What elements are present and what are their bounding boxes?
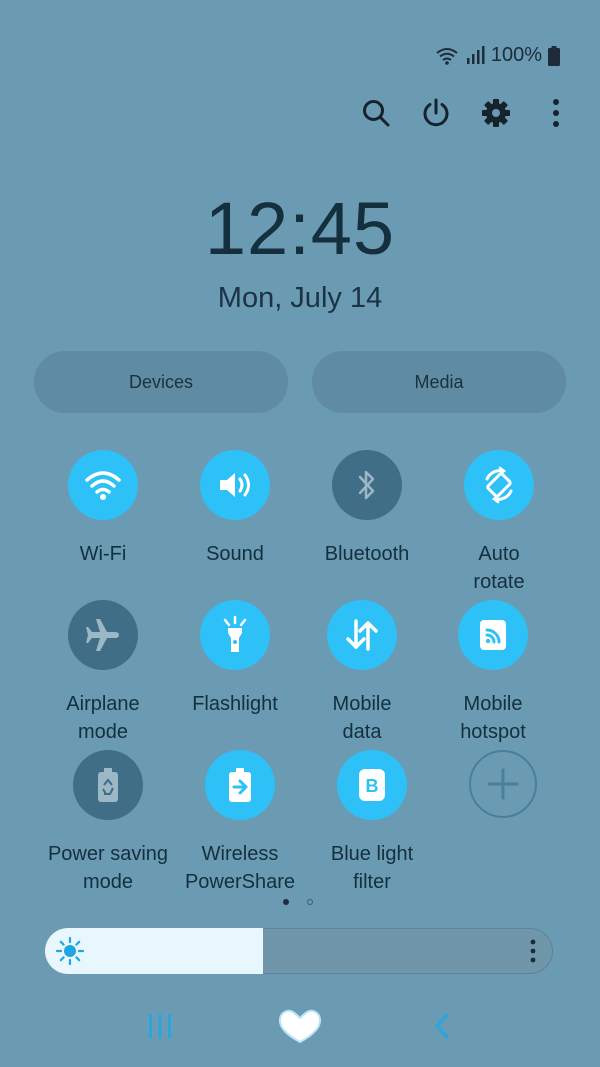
recents-icon <box>149 1014 171 1038</box>
tile-label: Mobile data <box>332 693 392 743</box>
wifi-icon <box>85 471 121 500</box>
tile-sound: Sound <box>165 450 305 568</box>
airplane-icon <box>86 619 119 651</box>
page-dot-inactive <box>307 899 313 905</box>
wireless-powershare-icon <box>229 768 251 802</box>
signal-icon <box>465 45 485 66</box>
speaker-icon <box>220 473 250 497</box>
gear-icon <box>482 99 510 127</box>
flashlight-icon <box>223 615 247 652</box>
wifi-toggle[interactable] <box>68 450 138 520</box>
brightness-sun-icon <box>55 936 85 966</box>
hotspot-icon <box>480 620 506 650</box>
tile-label: Sound <box>206 543 264 565</box>
rotate-icon <box>485 466 513 504</box>
svg-text:B: B <box>366 776 379 796</box>
tile-auto-rotate: Auto rotate <box>429 450 569 596</box>
bluetooth-icon <box>358 470 375 500</box>
back-button[interactable] <box>424 1000 460 1052</box>
battery-percentage: 100% <box>490 44 542 66</box>
tile-label: Power saving mode <box>47 843 169 893</box>
power-saving-icon <box>98 768 118 802</box>
search-icon <box>363 100 390 127</box>
add-tile-button[interactable] <box>469 750 537 818</box>
power-button[interactable] <box>420 92 452 134</box>
tile-label: Auto rotate <box>473 543 525 593</box>
battery-icon <box>548 45 560 66</box>
more-vertical-icon <box>553 99 559 127</box>
power-saving-toggle[interactable] <box>73 750 143 820</box>
wireless-powershare-toggle[interactable] <box>205 750 275 820</box>
page-indicator <box>283 899 313 905</box>
blue-light-filter-toggle[interactable]: B <box>337 750 407 820</box>
tile-flashlight: Flashlight <box>165 600 305 718</box>
back-icon <box>435 1013 449 1039</box>
brightness-slider[interactable] <box>45 928 553 974</box>
bluetooth-toggle[interactable] <box>332 450 402 520</box>
tile-wifi: Wi-Fi <box>33 450 173 568</box>
settings-button[interactable] <box>480 92 512 134</box>
plus-icon <box>487 768 519 800</box>
tile-mobile-hotspot: Mobile hotspot <box>423 600 563 746</box>
brightness-more-button[interactable] <box>523 936 543 966</box>
search-button[interactable] <box>360 92 392 134</box>
top-actions <box>360 92 572 134</box>
mobile-data-toggle[interactable] <box>327 600 397 670</box>
mobile-hotspot-toggle[interactable] <box>458 600 528 670</box>
flashlight-toggle[interactable] <box>200 600 270 670</box>
devices-button[interactable]: Devices <box>34 351 288 413</box>
more-vertical-icon <box>530 939 536 963</box>
recents-button[interactable] <box>140 1000 180 1052</box>
tile-label: Airplane mode <box>66 693 140 743</box>
power-icon <box>423 98 449 127</box>
page-dot-active <box>283 899 289 905</box>
auto-rotate-toggle[interactable] <box>464 450 534 520</box>
blue-light-filter-icon: B <box>359 769 385 801</box>
mobile-data-icon <box>346 619 378 651</box>
home-button[interactable] <box>272 1000 328 1052</box>
clock-time: 12:45 <box>204 187 396 270</box>
airplane-mode-toggle[interactable] <box>68 600 138 670</box>
sound-toggle[interactable] <box>200 450 270 520</box>
tile-bluetooth: Bluetooth <box>297 450 437 568</box>
tile-label: Blue light filter <box>330 843 414 893</box>
home-icon <box>278 1009 322 1044</box>
tile-blue-light-filter: B Blue light filter <box>302 750 442 896</box>
more-options-button[interactable] <box>540 92 572 134</box>
tile-add <box>433 750 573 818</box>
tile-power-saving: Power saving mode <box>38 750 178 896</box>
tile-label: Flashlight <box>192 693 278 715</box>
tile-airplane-mode: Airplane mode <box>33 600 173 746</box>
media-button[interactable]: Media <box>312 351 566 413</box>
tile-mobile-data: Mobile data <box>292 600 432 746</box>
tile-label: Wi-Fi <box>79 543 127 565</box>
tile-label: Mobile hotspot <box>460 693 526 743</box>
status-bar: 100% <box>435 44 560 67</box>
tile-label: Wireless PowerShare <box>184 843 296 893</box>
clock-date: Mon, July 14 <box>217 282 383 314</box>
wifi-status-icon <box>435 46 459 66</box>
tile-wireless-powershare: Wireless PowerShare <box>170 750 310 896</box>
tile-label: Bluetooth <box>324 543 410 565</box>
